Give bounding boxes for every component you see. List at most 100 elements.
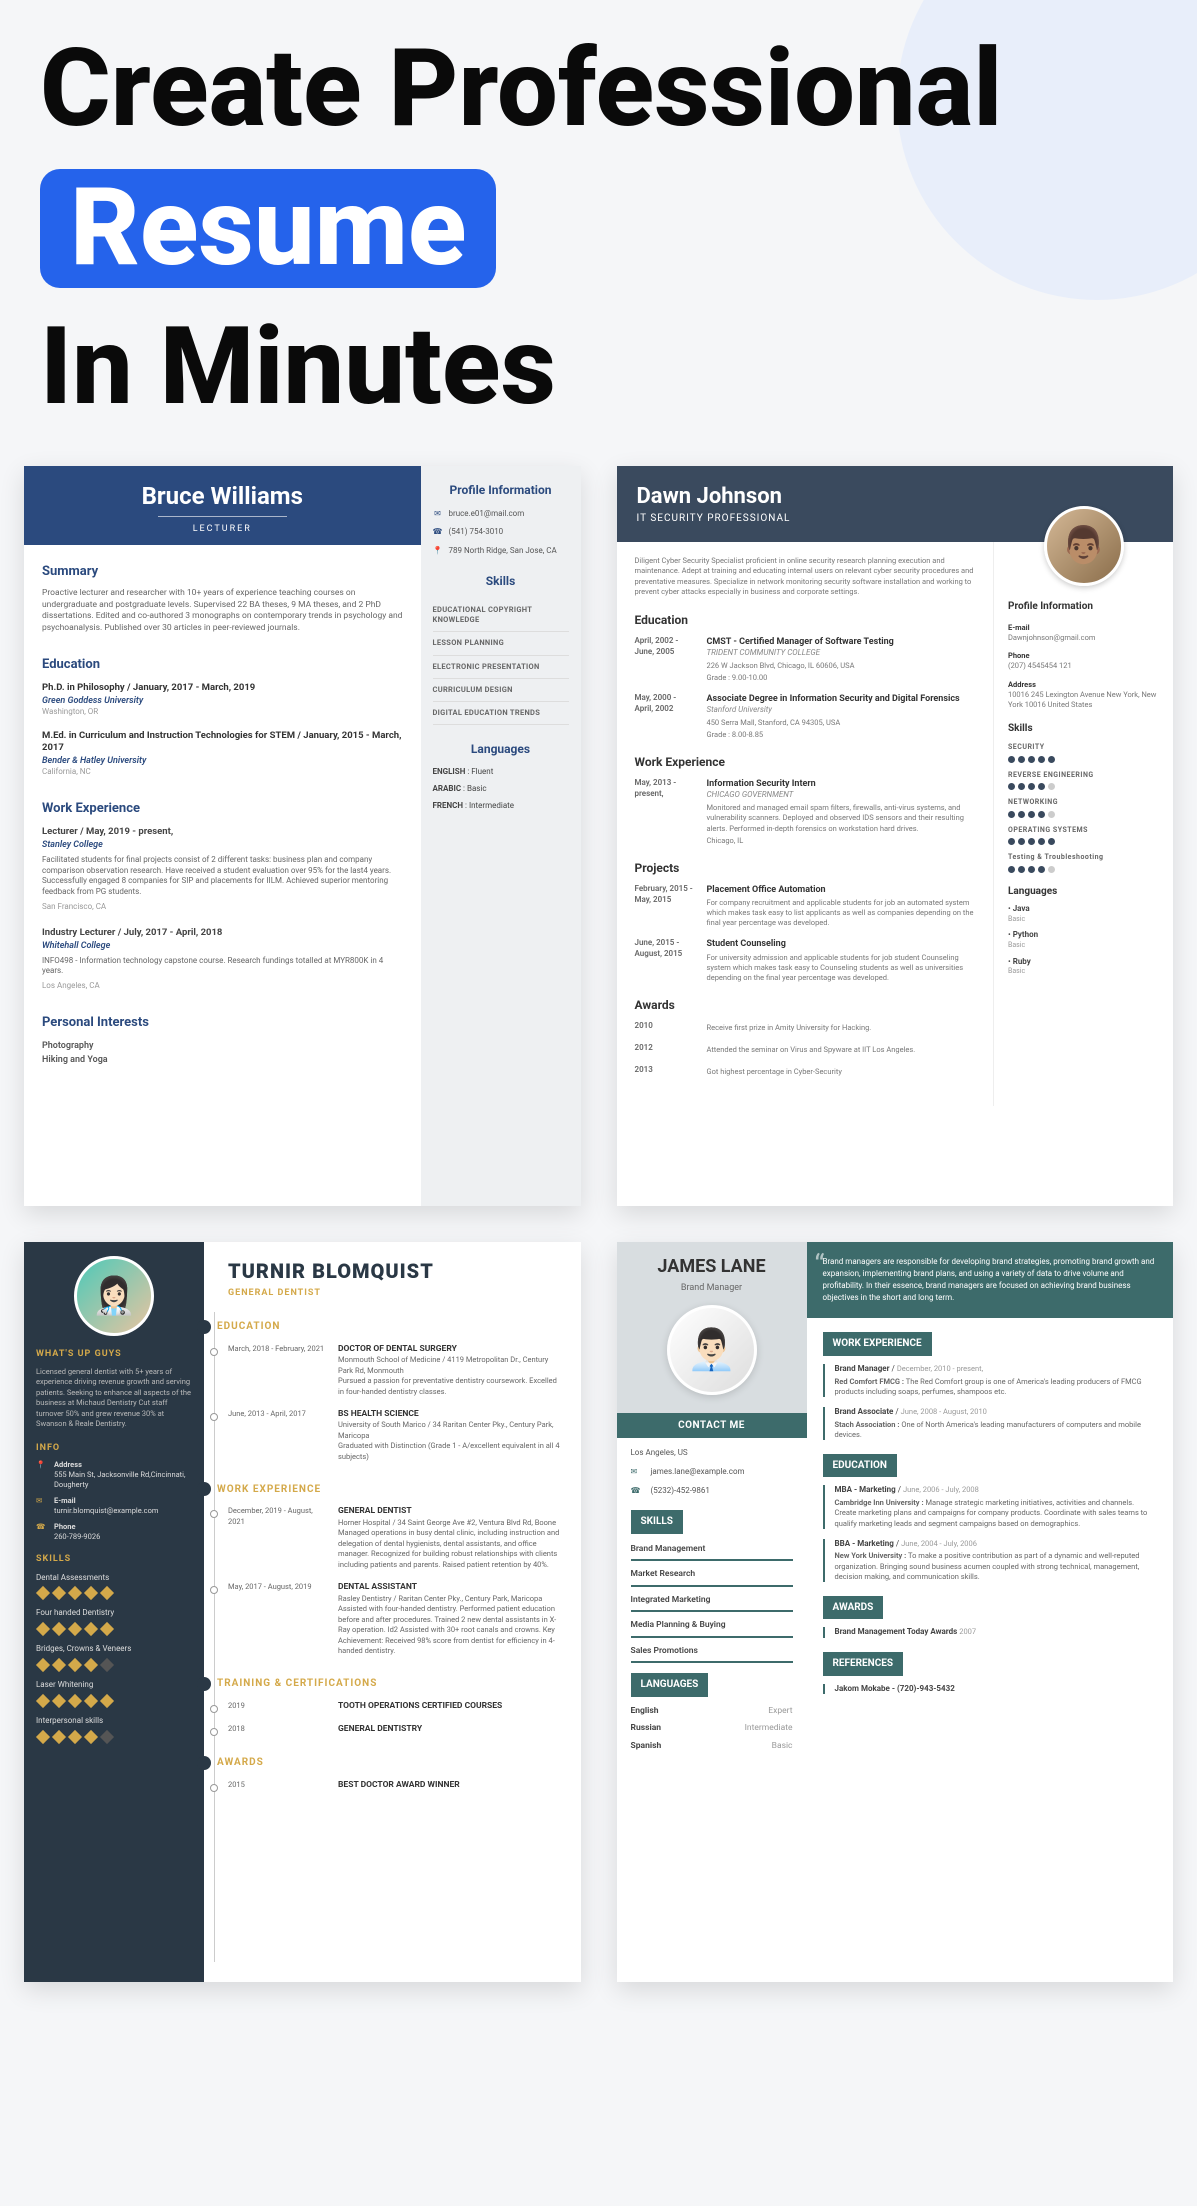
resume-card-turnir: 👩🏻‍⚕️ WHAT'S UP GUYS Licensed general de… xyxy=(24,1242,581,1982)
language-level: Basic xyxy=(1008,915,1159,924)
date-range: 2015 xyxy=(228,1780,328,1791)
language-level: Basic xyxy=(772,1741,793,1752)
skill-rating xyxy=(1008,866,1159,873)
resume-card-james: JAMES LANE Brand Manager 👨🏻‍💼 CONTACT ME… xyxy=(617,1242,1174,1982)
info-value: 10016 245 Lexington Avenue New York, New… xyxy=(1008,690,1159,710)
contact-icon: 📍 xyxy=(433,546,443,557)
project-item: February, 2015 - May, 2015Placement Offi… xyxy=(635,884,976,929)
skill-rating xyxy=(1008,783,1159,790)
exp-title: Industry Lecturer / July, 2017 - April, … xyxy=(42,927,403,940)
exp-item: May, 2013 - present,Information Security… xyxy=(635,778,976,845)
contact-value: 555 Main St, Jacksonville Rd,Cincinnati,… xyxy=(54,1470,185,1489)
edu-title: Associate Degree in Information Security… xyxy=(707,693,960,705)
contact-value: (541) 754-3010 xyxy=(449,527,504,538)
edu-item: April, 2002 - June, 2005CMST - Certified… xyxy=(635,636,976,683)
award-item: 2010Receive first prize in Amity Univers… xyxy=(635,1021,976,1033)
section-heading: Education xyxy=(42,656,403,674)
skill-item: REVERSE ENGINEERING xyxy=(1008,771,1159,790)
contact-item: ☎Phone260-789-9026 xyxy=(36,1522,192,1542)
project-item: June, 2015 - August, 2015 Student Counsel… xyxy=(635,938,976,983)
profile-info-item: Address10016 245 Lexington Avenue New Yo… xyxy=(1008,680,1159,710)
quote-block: Brand managers are responsible for devel… xyxy=(807,1242,1174,1318)
contact-item: ☎(541) 754-3010 xyxy=(433,527,569,538)
exp-title: Lecturer / May, 2019 - present, xyxy=(42,826,403,839)
language-level: Basic xyxy=(1008,967,1159,976)
contact-item: ☎(5232)-452-9861 xyxy=(631,1486,793,1497)
sidebar-heading: SKILLS xyxy=(631,1510,683,1534)
timeline-item: March, 2018 - February, 2021DOCTOR OF DE… xyxy=(228,1344,565,1397)
edu-item: MBA - Marketing / June, 2006 - July, 200… xyxy=(823,1485,1158,1528)
exp-company: Whitehall College xyxy=(42,940,403,952)
language-item: • PythonBasic xyxy=(1008,930,1159,950)
skill-item: ELECTRONIC PRESENTATION xyxy=(433,656,569,679)
sidebar-heading: Skills xyxy=(433,573,569,589)
exp-title: Brand Associate xyxy=(835,1407,894,1416)
edu-location: California, NC xyxy=(42,767,403,778)
contact-icon: ✉ xyxy=(631,1467,643,1478)
item-desc: University of South Marico / 34 Raritan … xyxy=(338,1420,565,1462)
language-name: Ruby xyxy=(1013,957,1031,966)
language-item: ENGLISH : Fluent xyxy=(433,767,569,778)
date-range: 2018 xyxy=(228,1724,328,1735)
skill-item: Media Planning & Buying xyxy=(631,1616,793,1637)
sidebar-heading: LANGUAGES xyxy=(631,1673,709,1697)
summary-text: Proactive lecturer and researcher with 1… xyxy=(42,588,403,634)
skill-item: Laser Whitening xyxy=(36,1680,192,1708)
contact-value: bruce.e01@mail.com xyxy=(449,509,525,520)
skill-item: LESSON PLANNING xyxy=(433,632,569,655)
interest-item: Photography xyxy=(42,1040,403,1052)
skill-item: Dental Assessments xyxy=(36,1573,192,1601)
contact-heading: CONTACT ME xyxy=(617,1413,807,1439)
resume-card-dawn: Dawn Johnson IT SECURITY PROFESSIONAL Di… xyxy=(617,466,1174,1206)
avatar: 👨🏽 xyxy=(1044,506,1124,586)
resume-sidebar: Profile Information ✉bruce.e01@mail.com☎… xyxy=(421,466,581,1206)
resume-sidebar: 👩🏻‍⚕️ WHAT'S UP GUYS Licensed general de… xyxy=(24,1242,204,1982)
language-level: Basic xyxy=(1008,941,1159,950)
skill-item: Four handed Dentistry xyxy=(36,1608,192,1636)
info-label: Phone xyxy=(1008,651,1159,661)
skill-item: DIGITAL EDUCATION TRENDS xyxy=(433,702,569,725)
date-range: June, 2015 - August, 2015 xyxy=(635,938,695,983)
contact-label: Address xyxy=(54,1460,192,1470)
sidebar-heading: SKILLS xyxy=(36,1553,192,1565)
avatar: 👩🏻‍⚕️ xyxy=(74,1256,154,1336)
resume-sidebar: 👨🏽 Profile Information E-mailDawnjohnson… xyxy=(993,542,1173,1106)
resume-role: GENERAL DENTIST xyxy=(228,1287,565,1299)
exp-item: Industry Lecturer / July, 2017 - April, … xyxy=(42,927,403,992)
edu-item: M.Ed. in Curriculum and Instruction Tech… xyxy=(42,730,403,779)
reference-text: Jakom Mokabe - (720)-943-5432 xyxy=(835,1684,955,1693)
item-desc: Horner Hospital / 34 Saint George Ave #2… xyxy=(338,1518,565,1571)
edu-grade: Grade : 9.00-10.00 xyxy=(707,673,894,683)
item-desc: Monmouth School of Medicine / 4119 Metro… xyxy=(338,1355,565,1397)
exp-item: Brand Manager / December, 2010 - present… xyxy=(823,1364,1158,1397)
section-heading: WORK EXPERIENCE xyxy=(823,1332,932,1356)
skill-rating xyxy=(36,1658,192,1672)
edu-title: BBA - Marketing xyxy=(835,1539,894,1548)
edu-grade: Grade : 8.00-8.85 xyxy=(707,730,960,740)
date-range: March, 2018 - February, 2021 xyxy=(228,1344,328,1397)
exp-title: Information Security Intern xyxy=(707,778,976,790)
skill-item: Bridges, Crowns & Veneers xyxy=(36,1644,192,1672)
project-title: Student Counseling xyxy=(707,938,976,950)
timeline-item: December, 2019 - August, 2021GENERAL DEN… xyxy=(228,1506,565,1570)
avatar: 👨🏻‍💼 xyxy=(667,1305,757,1395)
skill-item: SECURITY xyxy=(1008,743,1159,762)
item-title: TOOTH OPERATIONS CERTIFIED COURSES xyxy=(338,1701,502,1712)
date-range: December, 2010 - present, xyxy=(897,1364,983,1373)
edu-item: May, 2000 - April, 2002Associate Degree … xyxy=(635,693,976,740)
item-title: BS HEALTH SCIENCE xyxy=(338,1409,565,1420)
info-label: E-mail xyxy=(1008,623,1159,633)
hero-headline: Create Professional Resume In Minutes xyxy=(40,30,1157,426)
award-desc: Got highest percentage in Cyber-Security xyxy=(707,1067,842,1077)
edu-title: Ph.D. in Philosophy / January, 2017 - Ma… xyxy=(42,682,403,695)
sidebar-heading: Profile Information xyxy=(1008,600,1159,614)
language-item: RussianIntermediate xyxy=(631,1720,793,1737)
info-value: Dawnjohnson@gmail.com xyxy=(1008,633,1159,643)
contact-value: james.lane@example.com xyxy=(651,1467,745,1478)
exp-company: CHICAGO GOVERNMENT xyxy=(707,790,976,801)
award-item: Brand Management Today Awards 2007 xyxy=(823,1627,1158,1638)
item-title: DENTAL ASSISTANT xyxy=(338,1582,565,1593)
resume-name: Bruce Williams xyxy=(142,480,303,516)
sidebar-heading: Profile Information xyxy=(433,482,569,498)
sidebar-heading: Languages xyxy=(1008,885,1159,899)
